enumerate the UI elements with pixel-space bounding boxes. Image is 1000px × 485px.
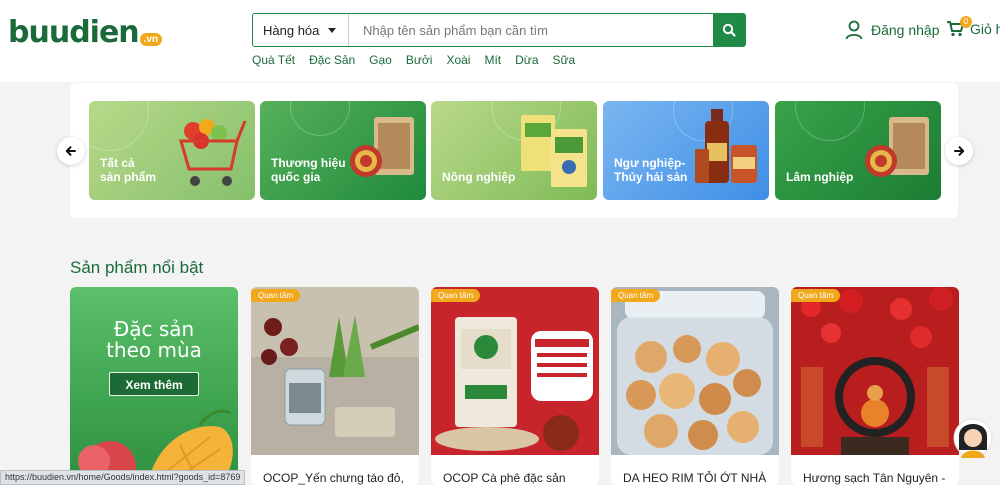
product-name: Hương sạch Tân Nguyên - bbox=[803, 471, 946, 485]
quick-link[interactable]: Xoài bbox=[446, 53, 470, 67]
product-card[interactable]: Quan tâm Hương sạch Tân Nguyên - bbox=[791, 287, 959, 485]
product-image bbox=[431, 287, 599, 455]
logo-text: buudien bbox=[8, 15, 140, 50]
product-image bbox=[251, 287, 419, 455]
quick-link[interactable]: Gạo bbox=[369, 53, 392, 67]
category-label: Nông nghiệp bbox=[442, 170, 516, 184]
product-name: OCOP Cà phê đặc sản bbox=[443, 471, 566, 485]
category-label: Lâm nghiệp bbox=[786, 170, 854, 184]
sauce-bottle-icon bbox=[695, 109, 757, 183]
featured-badge: Quan tâm bbox=[791, 289, 841, 302]
cart-count-badge: 0 bbox=[960, 16, 972, 28]
search-category-label: Hàng hóa bbox=[263, 22, 320, 38]
quick-link[interactable]: Đặc Sản bbox=[309, 53, 355, 67]
site-header: buudien .vn Hàng hóa Quà Tết Đặc Sản Gạo… bbox=[0, 0, 1000, 82]
search-icon bbox=[722, 23, 736, 37]
carousel-prev-button[interactable] bbox=[57, 137, 85, 165]
user-icon bbox=[845, 20, 863, 40]
product-name: OCOP_Yến chưng táo đỏ, bbox=[263, 471, 404, 485]
quick-links: Quà Tết Đặc Sản Gạo Bưởi Xoài Mít Dừa Sữ… bbox=[252, 53, 589, 67]
arrow-left-icon bbox=[65, 146, 76, 156]
search-button[interactable] bbox=[713, 14, 745, 46]
product-card[interactable]: Quan tâm DA HEO RIM TỎI ỚT NHÀ bbox=[611, 287, 779, 485]
featured-badge: Quan tâm bbox=[251, 289, 301, 302]
product-card[interactable]: Quan tâm OCOP Cà phê đặc sản bbox=[431, 287, 599, 485]
category-label: Thương hiệu quốc gia bbox=[271, 156, 346, 184]
rice-bag-icon bbox=[521, 115, 587, 187]
carousel-next-button[interactable] bbox=[945, 137, 973, 165]
product-image bbox=[611, 287, 779, 455]
search-bar: Hàng hóa bbox=[252, 13, 746, 47]
category-card-fishery[interactable]: Ngư nghiệp- Thủy hải sản bbox=[603, 101, 769, 200]
product-package-icon bbox=[865, 117, 929, 177]
quick-link[interactable]: Sữa bbox=[553, 53, 576, 67]
featured-section-title: Sản phẩm nổi bật bbox=[70, 258, 204, 277]
quick-link[interactable]: Bưởi bbox=[406, 53, 433, 67]
quick-link[interactable]: Mít bbox=[484, 53, 501, 67]
site-logo[interactable]: buudien .vn bbox=[8, 12, 163, 50]
quick-link[interactable]: Quà Tết bbox=[252, 53, 295, 67]
category-carousel: Tất cả sản phẩm Thương hiệu quốc gia Nôn… bbox=[70, 83, 958, 218]
caret-down-icon bbox=[328, 27, 336, 33]
category-label: Ngư nghiệp- Thủy hải sản bbox=[614, 156, 688, 184]
arrow-right-icon bbox=[954, 146, 965, 156]
browser-status-url: https://buudien.vn/home/Goods/index.html… bbox=[0, 470, 246, 485]
login-link[interactable]: Đăng nhập bbox=[845, 20, 940, 40]
search-category-select[interactable]: Hàng hóa bbox=[253, 14, 349, 46]
product-image bbox=[791, 287, 959, 455]
cart-label: Giỏ h bbox=[970, 20, 1000, 37]
category-card-forestry[interactable]: Lâm nghiệp bbox=[775, 101, 941, 200]
product-package-icon bbox=[350, 117, 414, 177]
product-name: DA HEO RIM TỎI ỚT NHÀ bbox=[623, 471, 767, 485]
category-card-all[interactable]: Tất cả sản phẩm bbox=[89, 101, 255, 200]
category-card-agriculture[interactable]: Nông nghiệp bbox=[431, 101, 597, 200]
featured-badge: Quan tâm bbox=[611, 289, 661, 302]
view-more-button[interactable]: Xem thêm bbox=[109, 372, 199, 396]
logo-badge: .vn bbox=[139, 33, 163, 46]
search-input[interactable] bbox=[349, 14, 713, 46]
shopping-cart-icon bbox=[179, 119, 247, 186]
support-chat-avatar[interactable] bbox=[953, 414, 993, 460]
promo-title: Đặc sản theo mùa bbox=[106, 317, 202, 362]
product-card[interactable]: Quan tâm OCOP_Yến chưng táo đỏ, bbox=[251, 287, 419, 485]
featured-badge: Quan tâm bbox=[431, 289, 481, 302]
card-decoration bbox=[89, 101, 149, 151]
cart-link[interactable]: 0 Giỏ h bbox=[946, 16, 1000, 37]
quick-link[interactable]: Dừa bbox=[515, 53, 538, 67]
card-decoration bbox=[290, 101, 350, 136]
login-label: Đăng nhập bbox=[871, 22, 940, 38]
card-decoration bbox=[795, 101, 865, 141]
category-label: Tất cả sản phẩm bbox=[100, 156, 157, 184]
category-card-national-brand[interactable]: Thương hiệu quốc gia bbox=[260, 101, 426, 200]
seasonal-promo-banner[interactable]: Đặc sản theo mùa Xem thêm bbox=[70, 287, 238, 485]
